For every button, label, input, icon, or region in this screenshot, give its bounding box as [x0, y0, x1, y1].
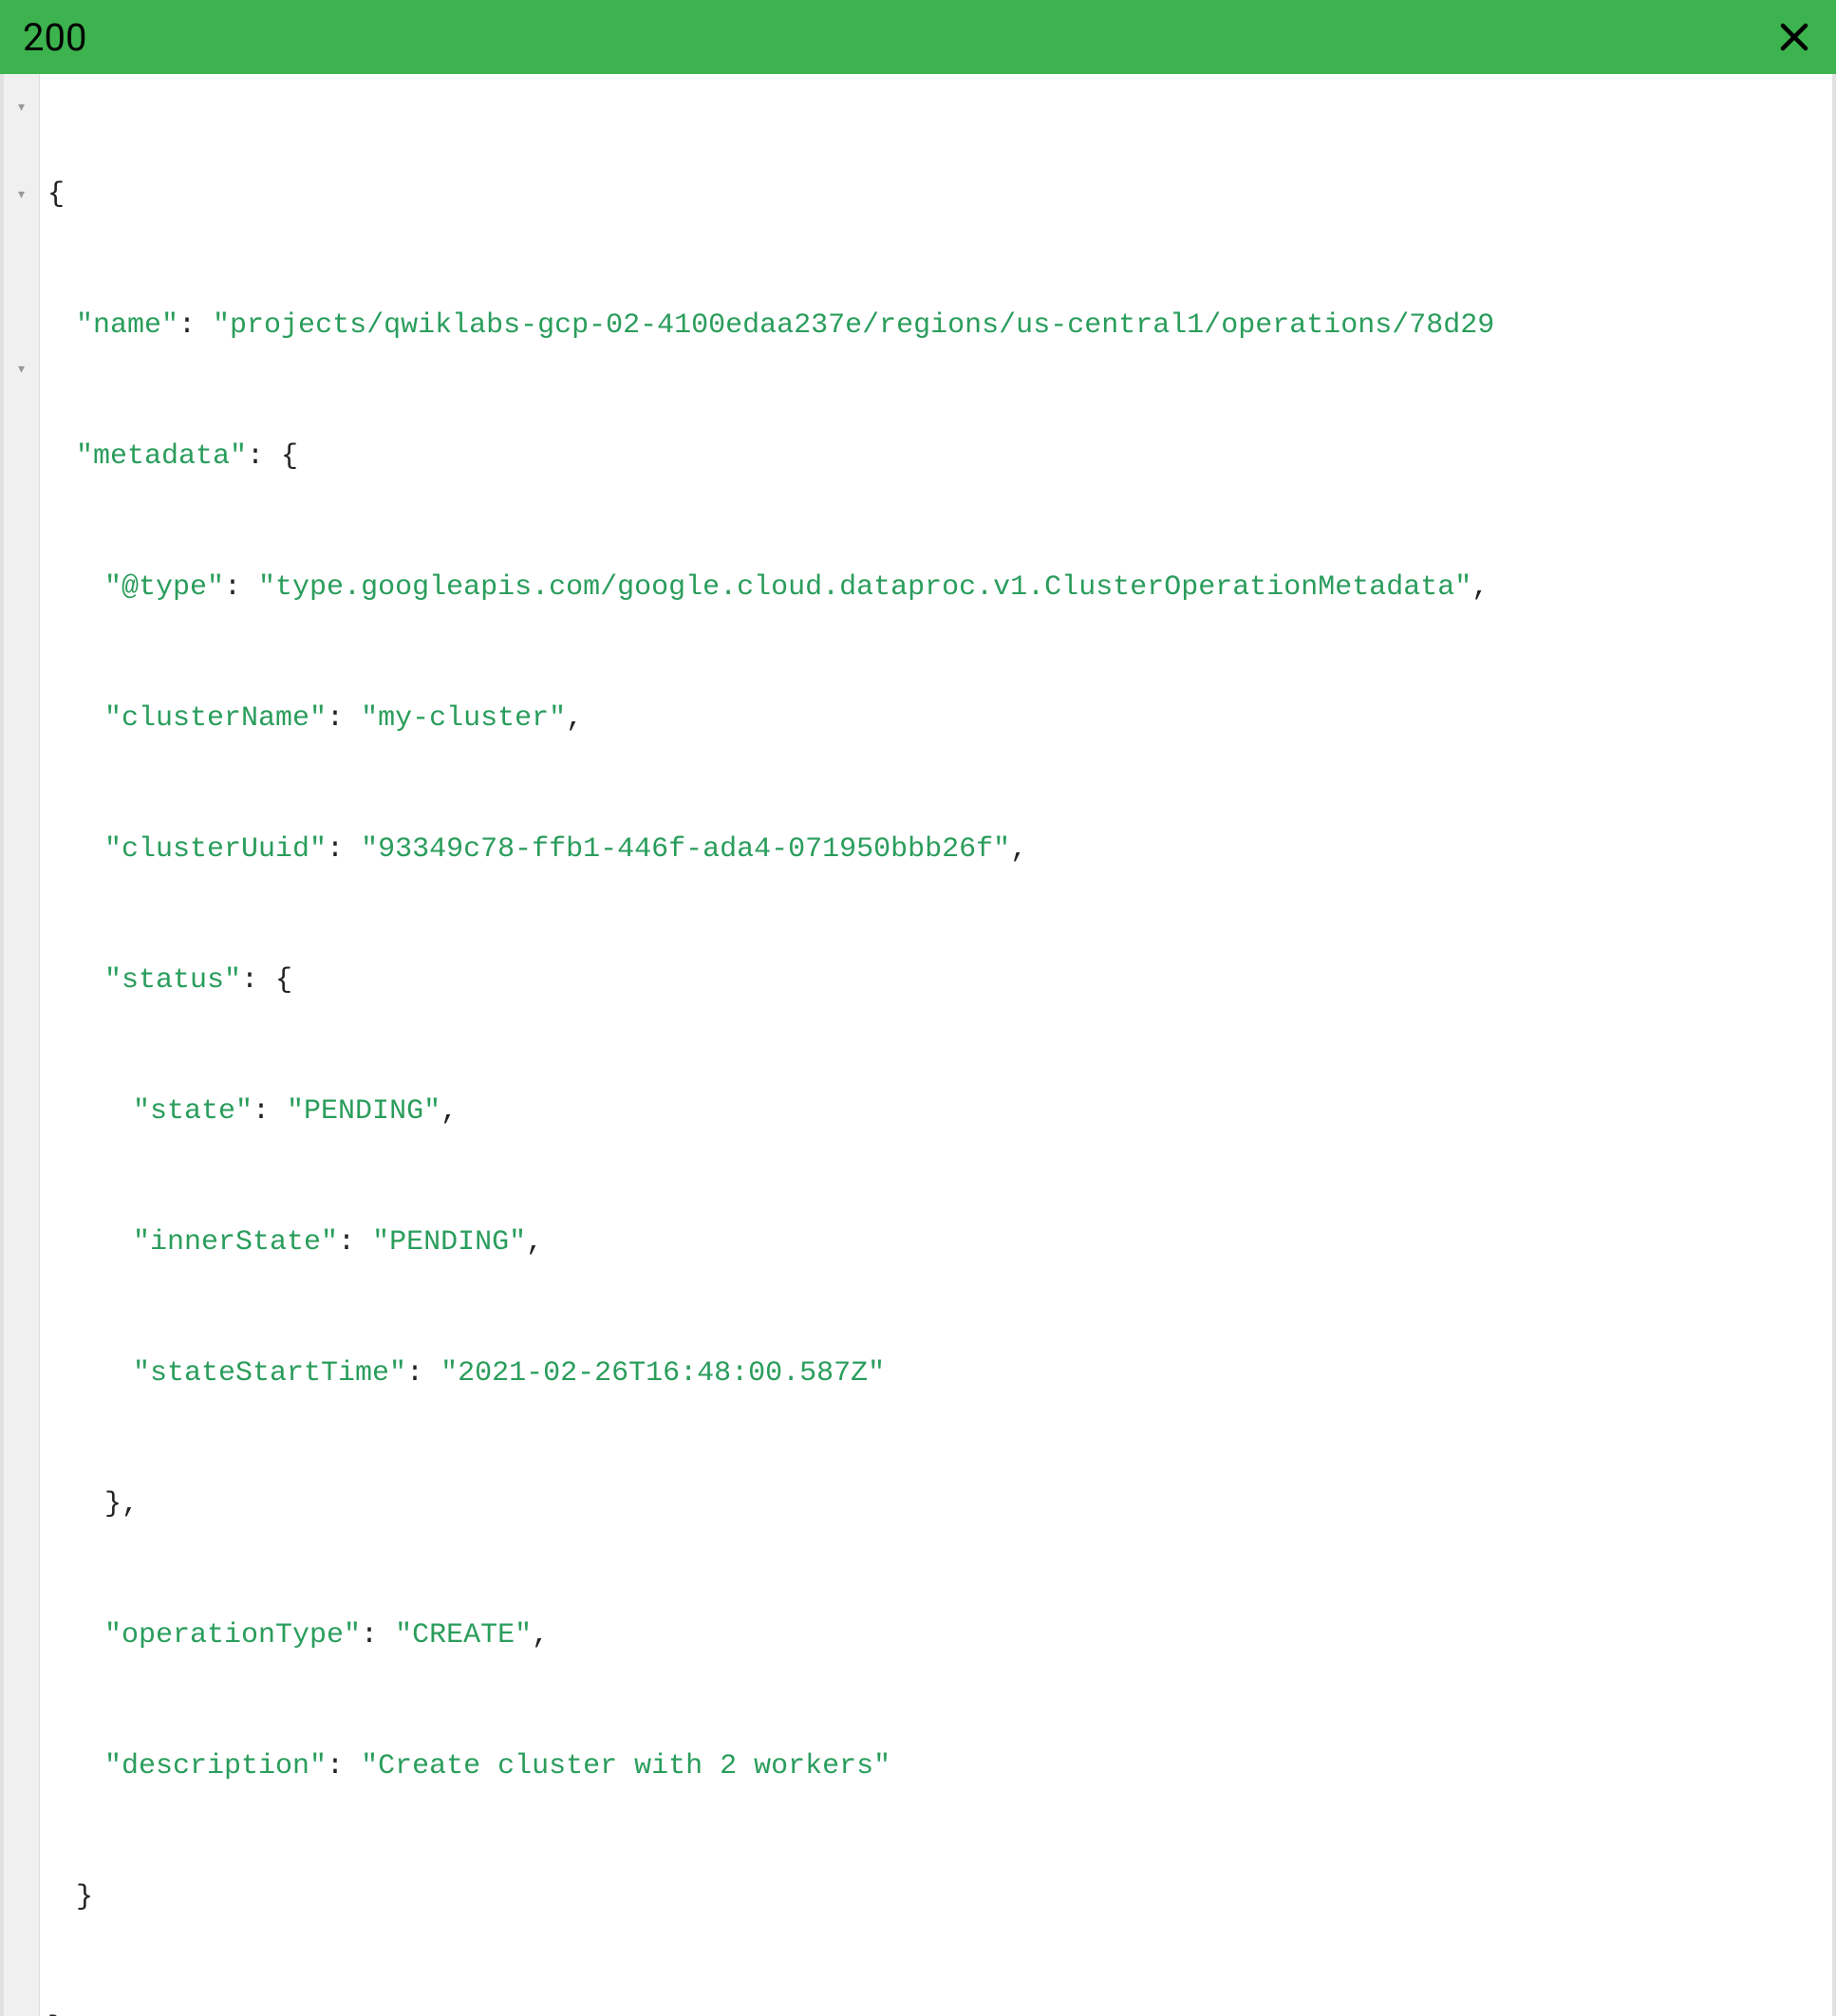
json-string: "93349c78-ffb1-446f-ada4-071950bbb26f": [361, 833, 1010, 866]
json-brace: {: [281, 440, 298, 473]
json-line: "innerState": "PENDING",: [47, 1221, 1825, 1264]
json-colon: :: [224, 571, 258, 604]
json-string: "2021-02-26T16:48:00.587Z": [440, 1357, 885, 1390]
json-string: "CREATE": [395, 1619, 532, 1652]
response-body: ▾ ▾ ▾ { "name": "projects/qwiklabs-gcp-0…: [0, 74, 1836, 2016]
json-line: "@type": "type.googleapis.com/google.clo…: [47, 566, 1825, 609]
json-string: "PENDING": [372, 1226, 526, 1259]
fold-gutter: ▾ ▾ ▾: [4, 74, 40, 2016]
json-string: "PENDING": [287, 1095, 440, 1128]
json-comma: ,: [532, 1619, 549, 1652]
json-colon: :: [253, 1095, 287, 1128]
json-comma: ,: [566, 702, 583, 735]
json-comma: ,: [1010, 833, 1027, 866]
json-key: "state": [133, 1095, 253, 1128]
json-string: "type.googleapis.com/google.cloud.datapr…: [258, 571, 1471, 604]
fold-toggle[interactable]: ▾: [4, 347, 39, 391]
json-colon: :: [327, 1750, 361, 1783]
json-string: "my-cluster": [361, 702, 566, 735]
json-key: "stateStartTime": [133, 1357, 406, 1390]
json-key: "operationType": [104, 1619, 361, 1652]
json-brace: {: [47, 178, 65, 211]
json-colon: :: [247, 440, 281, 473]
json-string: "projects/qwiklabs-gcp-02-4100edaa237e/r…: [213, 309, 1494, 342]
json-line: "stateStartTime": "2021-02-26T16:48:00.5…: [47, 1352, 1825, 1395]
json-line: }: [47, 1876, 1825, 1919]
fold-toggle[interactable]: ▾: [4, 173, 39, 216]
json-comma: ,: [1471, 571, 1489, 604]
json-comma: ,: [526, 1226, 543, 1259]
json-viewer[interactable]: { "name": "projects/qwiklabs-gcp-02-4100…: [40, 74, 1832, 2016]
json-key: "description": [104, 1750, 327, 1783]
json-key: "clusterName": [104, 702, 327, 735]
json-key: "innerState": [133, 1226, 338, 1259]
json-line: },: [47, 1483, 1825, 1526]
json-string: "Create cluster with 2 workers": [361, 1750, 890, 1783]
json-brace: },: [104, 1488, 139, 1521]
json-colon: :: [338, 1226, 372, 1259]
json-line: "name": "projects/qwiklabs-gcp-02-4100ed…: [47, 304, 1825, 347]
json-line: "status": {: [47, 959, 1825, 1002]
json-line: "description": "Create cluster with 2 wo…: [47, 1745, 1825, 1788]
json-colon: :: [178, 309, 213, 342]
close-icon: [1777, 20, 1811, 54]
json-colon: :: [406, 1357, 440, 1390]
status-code: 200: [23, 15, 86, 60]
fold-toggle[interactable]: ▾: [4, 85, 39, 129]
json-brace: {: [275, 964, 292, 997]
json-key: "name": [76, 309, 178, 342]
json-line: "state": "PENDING",: [47, 1090, 1825, 1133]
json-line: "operationType": "CREATE",: [47, 1614, 1825, 1657]
json-key: "metadata": [76, 440, 247, 473]
json-colon: :: [327, 702, 361, 735]
json-line: "clusterUuid": "93349c78-ffb1-446f-ada4-…: [47, 828, 1825, 871]
close-button[interactable]: [1775, 18, 1813, 56]
json-line: "clusterName": "my-cluster",: [47, 697, 1825, 740]
response-header: 200: [0, 0, 1836, 74]
json-colon: :: [327, 833, 361, 866]
json-line: }: [47, 2007, 1825, 2016]
json-brace: }: [47, 2012, 65, 2016]
json-key: "@type": [104, 571, 224, 604]
json-line: "metadata": {: [47, 435, 1825, 478]
json-line: {: [47, 173, 1825, 216]
json-colon: :: [361, 1619, 395, 1652]
json-key: "status": [104, 964, 241, 997]
json-brace: }: [76, 1881, 93, 1913]
json-key: "clusterUuid": [104, 833, 327, 866]
json-colon: :: [241, 964, 275, 997]
json-comma: ,: [440, 1095, 458, 1128]
